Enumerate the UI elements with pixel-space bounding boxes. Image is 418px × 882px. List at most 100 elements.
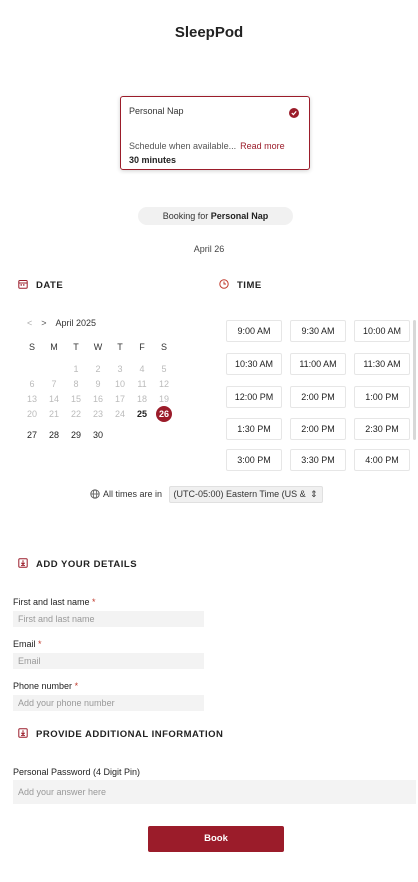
calendar-day: 21 [48,409,59,419]
weekday-header: W [93,342,103,352]
calendar-day: 11 [137,379,147,389]
clock-icon [219,279,229,292]
calendar-day: 17 [114,394,125,404]
calendar-day: 9 [95,379,101,389]
calendar-day: 12 [158,379,169,389]
booking-for-pill: Booking for Personal Nap [138,207,293,225]
time-slot[interactable]: 11:00 AM [290,353,346,375]
phone-label-text: Phone number [13,681,73,691]
email-field-label: Email * [13,639,42,649]
calendar-day: 15 [70,394,81,404]
select-arrows-icon: ⇕ [310,489,318,499]
calendar-day: 22 [70,409,81,419]
calendar-day[interactable]: 27 [22,427,42,443]
calendar-day: 13 [26,394,37,404]
time-slot[interactable]: 11:30 AM [354,353,410,375]
time-slot[interactable]: 9:00 AM [226,320,282,342]
time-slot[interactable]: 9:30 AM [290,320,346,342]
service-card[interactable]: Personal Nap Schedule when available... R… [120,96,310,170]
time-section-label: TIME [237,280,262,292]
additional-section-label: PROVIDE ADDITIONAL INFORMATION [36,729,224,741]
calendar-nav: < > April 2025 [27,318,96,328]
additional-section-header: PROVIDE ADDITIONAL INFORMATION [18,728,223,741]
time-slot[interactable]: 2:30 PM [354,418,410,440]
globe-icon [90,488,100,501]
calendar-day: 3 [117,364,123,374]
calendar-day: 5 [161,364,167,374]
calendar-week-row: 13 14 15 16 17 18 19 [22,391,176,407]
calendar-day: 6 [29,379,35,389]
phone-input[interactable]: Add your phone number [13,695,204,711]
selected-date-label: April 26 [193,244,225,254]
time-scrollbar[interactable] [413,320,416,440]
booking-prefix: Booking for [162,211,209,221]
calendar-month-label: April 2025 [55,318,97,328]
name-required-mark: * [92,597,96,607]
calendar-day-selected[interactable]: 26 [156,406,172,422]
weekday-header: F [139,342,145,352]
calendar-day: 2 [95,364,101,374]
calendar-week-row: 6 7 8 9 10 11 12 [22,376,176,392]
download-icon [18,728,28,741]
time-slot[interactable]: 12:00 PM [226,386,282,408]
check-icon [289,108,299,118]
calendar-day: 19 [158,394,169,404]
app-title: SleepPod [174,24,244,41]
prev-month-button[interactable]: < [27,318,32,328]
date-section-label: DATE [36,280,64,292]
weekday-header: M [50,342,58,352]
name-input[interactable]: First and last name [13,611,204,627]
calendar-week-row: 27 28 29 30 [22,427,176,443]
details-section-label: ADD YOUR DETAILS [36,559,138,571]
time-slot[interactable]: 10:30 AM [226,353,282,375]
booking-service: Personal Nap [210,211,269,221]
name-label-text: First and last name [13,597,90,607]
phone-field-label: Phone number * [13,681,78,691]
read-more-link[interactable]: Read more [240,141,285,151]
time-slot[interactable]: 1:30 PM [226,418,282,440]
calendar-day[interactable]: 29 [66,427,86,443]
calendar-day: 18 [136,394,147,404]
time-section-header: TIME [219,279,262,292]
calendar-day: 16 [92,394,103,404]
time-slot[interactable]: 2:00 PM [290,386,346,408]
calendar-day: 1 [73,364,79,374]
time-slot[interactable]: 4:00 PM [354,449,410,471]
weekday-header: S [28,342,35,352]
pin-input[interactable]: Add your answer here [13,780,416,804]
time-slot[interactable]: 10:00 AM [354,320,410,342]
calendar-day: 8 [73,379,79,389]
timezone-row: All times are in (UTC-05:00) Eastern Tim… [90,486,323,503]
service-description: Schedule when available... Read more [129,141,285,151]
calendar-day: 23 [92,409,103,419]
calendar-day: 7 [51,379,57,389]
weekday-header: T [73,342,79,352]
weekday-header: T [117,342,123,352]
calendar-day[interactable]: 30 [88,427,108,443]
time-slot[interactable]: 1:00 PM [354,386,410,408]
calendar-day[interactable]: 25 [132,406,152,422]
service-name: Personal Nap [129,106,184,116]
calendar-day: 4 [139,364,145,374]
download-icon [18,558,28,571]
date-section-header: DATE [18,279,63,292]
email-input[interactable]: Email [13,653,204,669]
calendar-day: 14 [48,394,59,404]
calendar-day: 20 [26,409,37,419]
time-slot[interactable]: 3:00 PM [226,449,282,471]
name-field-label: First and last name * [13,597,96,607]
details-section-header: ADD YOUR DETAILS [18,558,137,571]
time-slot[interactable]: 2:00 PM [290,418,346,440]
timezone-value: (UTC-05:00) Eastern Time (US & [173,489,306,499]
calendar-week-row: 20 21 22 23 24 25 26 [22,406,176,422]
service-description-text: Schedule when available... [129,141,237,151]
timezone-prefix: All times are in [103,488,163,499]
calendar-day[interactable]: 28 [44,427,64,443]
email-label-text: Email [13,639,36,649]
time-slot[interactable]: 3:30 PM [290,449,346,471]
timezone-select[interactable]: (UTC-05:00) Eastern Time (US & ⇕ [168,486,323,503]
calendar-icon [18,279,28,292]
next-month-button[interactable]: > [41,318,46,328]
book-button[interactable]: Book [148,826,284,852]
phone-required-mark: * [74,681,79,691]
